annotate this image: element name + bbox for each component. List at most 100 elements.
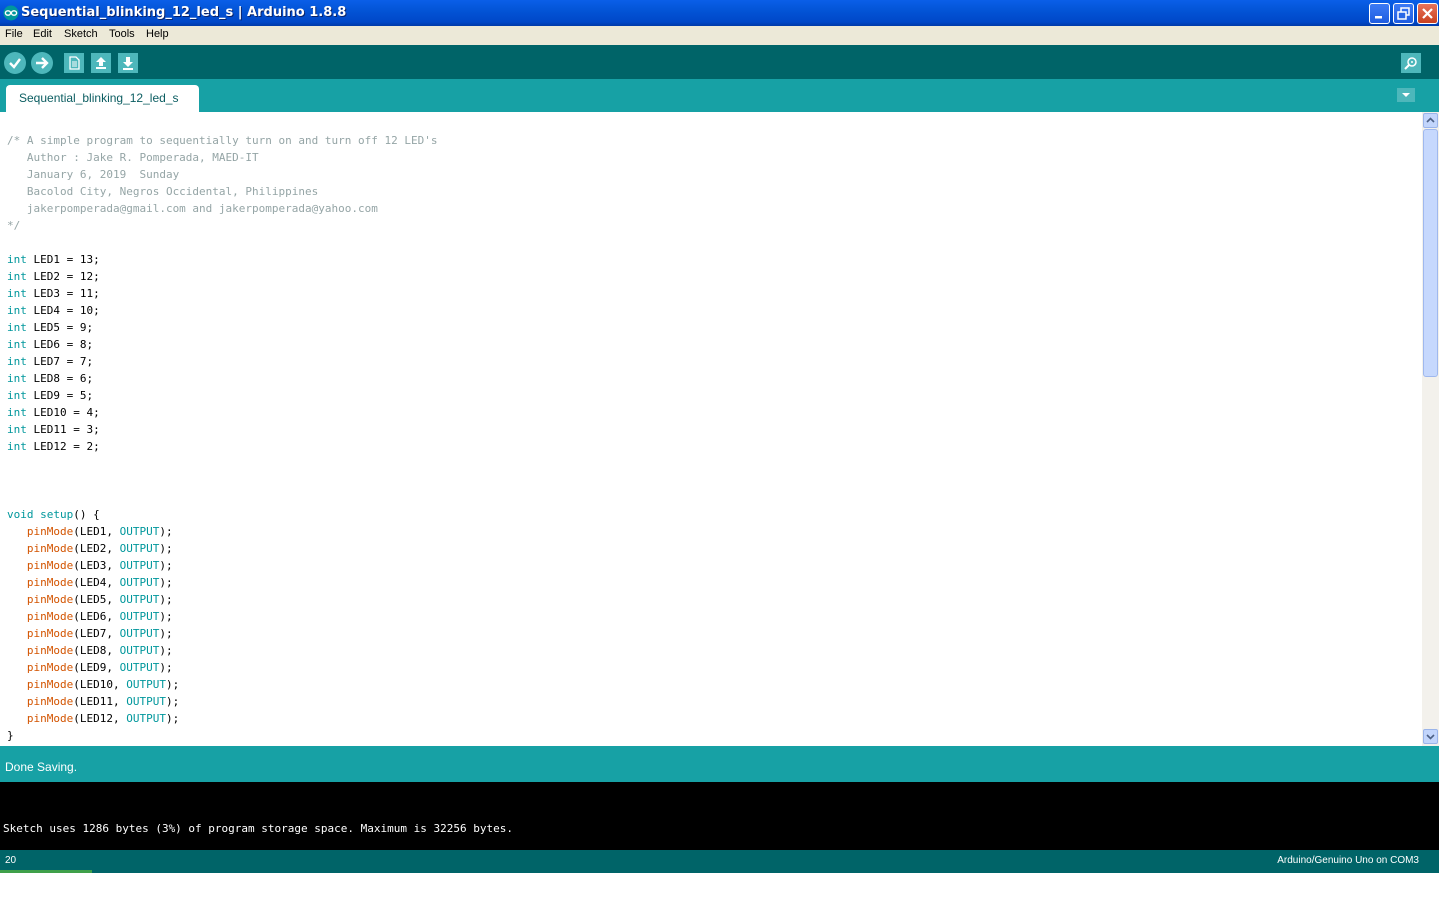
code-line: pinMode(LED1, OUTPUT);: [7, 523, 437, 540]
code-token: pinMode: [26, 559, 74, 572]
code-token: );: [159, 525, 173, 538]
code-token: OUTPUT: [126, 678, 166, 691]
code-editor[interactable]: /* A simple program to sequentially turn…: [0, 112, 1422, 746]
code-line: pinMode(LED4, OUTPUT);: [7, 574, 437, 591]
toolbar: [0, 45, 1439, 79]
upload-icon: [36, 57, 49, 69]
editor-scrollbar[interactable]: [1422, 112, 1439, 746]
code-token: int: [7, 321, 27, 334]
tab-menu-button[interactable]: [1397, 88, 1415, 102]
chevron-down-icon: [1402, 93, 1410, 97]
code-token: OUTPUT: [119, 627, 160, 640]
code-token: (LED9,: [73, 661, 120, 674]
code-token: (LED1,: [73, 525, 120, 538]
code-token: LED6 = 8;: [26, 338, 94, 351]
code-token: int: [7, 253, 27, 266]
code-token: pinMode: [26, 525, 74, 538]
code-token: pinMode: [26, 695, 74, 708]
code-line: jakerpomperada@gmail.com and jakerpomper…: [7, 200, 437, 217]
code-line: int LED4 = 10;: [7, 302, 437, 319]
serial-monitor-icon: [1404, 57, 1417, 70]
verify-button[interactable]: [4, 52, 26, 74]
menu-tools[interactable]: Tools: [109, 28, 135, 40]
menu-sketch[interactable]: Sketch: [64, 28, 98, 40]
code-token: (LED8,: [73, 644, 120, 657]
code-line: pinMode(LED7, OUTPUT);: [7, 625, 437, 642]
code-line: pinMode(LED2, OUTPUT);: [7, 540, 437, 557]
code-token: OUTPUT: [119, 576, 160, 589]
code-token: (LED5,: [73, 593, 120, 606]
serial-monitor-button[interactable]: [1401, 53, 1421, 73]
code-line: January 6, 2019 Sunday: [7, 166, 437, 183]
code-token: OUTPUT: [119, 610, 160, 623]
minimize-button[interactable]: [1369, 3, 1390, 24]
scroll-down-button[interactable]: [1423, 729, 1438, 744]
open-button[interactable]: [91, 53, 111, 73]
close-button[interactable]: [1417, 3, 1438, 24]
code-token: (LED7,: [73, 627, 120, 640]
chevron-down-icon: [1426, 734, 1435, 740]
tab-sketch[interactable]: Sequential_blinking_12_led_s: [6, 85, 199, 112]
scroll-thumb[interactable]: [1423, 129, 1438, 377]
code-token: LED4 = 10;: [26, 304, 100, 317]
board-port-info: Arduino/Genuino Uno on COM3: [1277, 855, 1419, 866]
code-token: LED1 = 13;: [26, 253, 100, 266]
tab-bar: Sequential_blinking_12_led_s: [0, 79, 1439, 112]
code-token: LED3 = 11;: [26, 287, 100, 300]
line-number: 20: [5, 855, 17, 866]
code-token: (LED3,: [73, 559, 120, 572]
code-token: (LED10,: [73, 678, 127, 691]
code-token: int: [7, 440, 27, 453]
code-token: );: [159, 559, 173, 572]
menu-edit[interactable]: Edit: [33, 28, 52, 40]
code-token: OUTPUT: [119, 542, 160, 555]
code-token: }: [7, 729, 14, 742]
code-token: January 6, 2019 Sunday: [7, 168, 180, 181]
close-icon: [1422, 8, 1433, 19]
menu-file[interactable]: File: [5, 28, 23, 40]
code-line: Bacolod City, Negros Occidental, Philipp…: [7, 183, 437, 200]
code-token: int: [7, 372, 27, 385]
restore-button[interactable]: [1393, 3, 1414, 24]
window-title: Sequential_blinking_12_led_s | Arduino 1…: [21, 5, 347, 20]
code-line: pinMode(LED12, OUTPUT);: [7, 710, 437, 727]
new-button[interactable]: [64, 53, 84, 73]
open-icon: [96, 57, 106, 69]
code-token: pinMode: [26, 576, 74, 589]
scroll-up-button[interactable]: [1423, 113, 1438, 128]
console-line: Sketch uses 1286 bytes (3%) of program s…: [3, 822, 513, 835]
upload-button[interactable]: [31, 52, 53, 74]
menu-help[interactable]: Help: [146, 28, 169, 40]
code-line: pinMode(LED8, OUTPUT);: [7, 642, 437, 659]
code-token: Author : Jake R. Pomperada, MAED-IT: [7, 151, 259, 164]
save-icon: [123, 57, 133, 70]
code-line: pinMode(LED5, OUTPUT);: [7, 591, 437, 608]
code-token: );: [159, 627, 173, 640]
code-token: pinMode: [26, 661, 74, 674]
code-line: int LED11 = 3;: [7, 421, 437, 438]
code-token: (LED2,: [73, 542, 120, 555]
menu-bar: File Edit Sketch Tools Help: [0, 26, 1439, 45]
code-token: OUTPUT: [126, 695, 166, 708]
code-token: OUTPUT: [119, 525, 160, 538]
code-token: pinMode: [26, 678, 74, 691]
code-token: (LED12,: [73, 712, 127, 725]
code-token: );: [159, 593, 173, 606]
footer-bar: 20 Arduino/Genuino Uno on COM3: [0, 850, 1439, 873]
title-bar: Sequential_blinking_12_led_s | Arduino 1…: [0, 0, 1439, 26]
code-line: Author : Jake R. Pomperada, MAED-IT: [7, 149, 437, 166]
code-line: int LED7 = 7;: [7, 353, 437, 370]
code-token: LED12 = 2;: [26, 440, 100, 453]
code-token: pinMode: [26, 712, 74, 725]
save-button[interactable]: [118, 53, 138, 73]
